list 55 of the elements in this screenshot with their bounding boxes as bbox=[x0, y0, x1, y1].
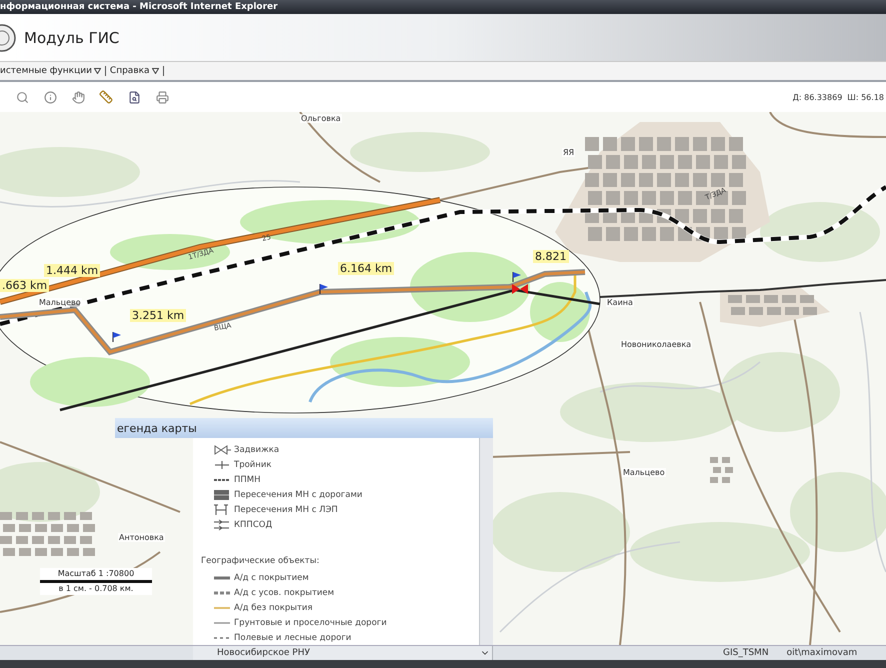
scale-ratio: Масштаб 1 :70800 bbox=[40, 568, 152, 580]
caret-icon bbox=[152, 68, 159, 74]
place-label: Каина bbox=[606, 298, 634, 307]
distance-label: 3.251 km bbox=[130, 309, 186, 322]
distance-label: 1.444 km bbox=[44, 264, 100, 277]
flag-icon bbox=[512, 272, 521, 282]
coordinate-readout: Д: 86.33869 bbox=[792, 92, 842, 102]
hand-button[interactable] bbox=[70, 89, 86, 105]
distance-label: 6.164 km bbox=[338, 262, 394, 275]
logo-icon bbox=[0, 22, 18, 52]
flag-icon bbox=[320, 284, 328, 294]
power-crossing-icon bbox=[213, 504, 231, 516]
legend-label: Грунтовые и проселочные дороги bbox=[234, 618, 387, 628]
legend-label: А/д с покрытием bbox=[234, 572, 309, 582]
place-label: Мальцево bbox=[38, 298, 82, 307]
legend-label: Тройник bbox=[234, 460, 272, 470]
road-crossing-icon bbox=[213, 488, 231, 500]
info-button[interactable] bbox=[42, 89, 58, 105]
database-name: GIS_TSMN bbox=[723, 648, 769, 658]
kppsod-icon bbox=[213, 518, 231, 530]
caret-icon bbox=[94, 68, 101, 74]
place-label: Антоновка bbox=[118, 533, 165, 542]
place-label: ЯЯ bbox=[562, 148, 576, 157]
flag-icon bbox=[112, 332, 121, 342]
legend-label: Задвижка bbox=[234, 444, 280, 454]
print-button[interactable] bbox=[154, 89, 170, 105]
legend-header: егенда карты bbox=[115, 418, 493, 438]
legend-label: КППСОД bbox=[234, 520, 272, 530]
ruler-button[interactable] bbox=[98, 89, 114, 105]
coordinate-readout: Ш: 56.18 bbox=[847, 92, 884, 102]
menu-item[interactable]: истемные функции bbox=[0, 66, 106, 76]
legend-label: Полевые и лесные дороги bbox=[234, 632, 352, 642]
legend-label: Пересечения МН с дорогами bbox=[234, 490, 362, 500]
distance-label: 8.821 bbox=[533, 250, 568, 263]
scrollbar[interactable] bbox=[479, 438, 493, 645]
app-title: Модуль ГИС bbox=[24, 28, 120, 46]
legend-label: А/д без покрытия bbox=[234, 602, 313, 612]
place-label: Новониколаевка bbox=[620, 340, 692, 349]
place-label: Мальцево bbox=[622, 468, 666, 477]
user-name: oit\maximovam bbox=[786, 648, 858, 658]
distance-label: .663 km bbox=[0, 279, 50, 292]
place-label: Ольговка bbox=[300, 114, 342, 123]
village bbox=[710, 457, 733, 483]
search-button[interactable] bbox=[14, 89, 30, 105]
region-select[interactable]: Новосибирское РНУ bbox=[193, 646, 493, 660]
legend-section-title: Географические объекты: bbox=[201, 556, 320, 568]
tee-icon bbox=[213, 458, 231, 470]
legend-label: А/д с усов. покрытием bbox=[234, 588, 334, 598]
legend-label: ППМН bbox=[234, 474, 261, 484]
menu-item[interactable]: Справка bbox=[110, 66, 164, 76]
valve-icon bbox=[213, 444, 231, 456]
legend-label: Пересечения МН с ЛЭП bbox=[234, 504, 338, 514]
valve-icon bbox=[512, 284, 528, 294]
scale-distance: в 1 см. - 0.708 км. bbox=[40, 583, 152, 595]
window-title: нформационная система - Microsoft Internet Explorer bbox=[0, 2, 278, 12]
